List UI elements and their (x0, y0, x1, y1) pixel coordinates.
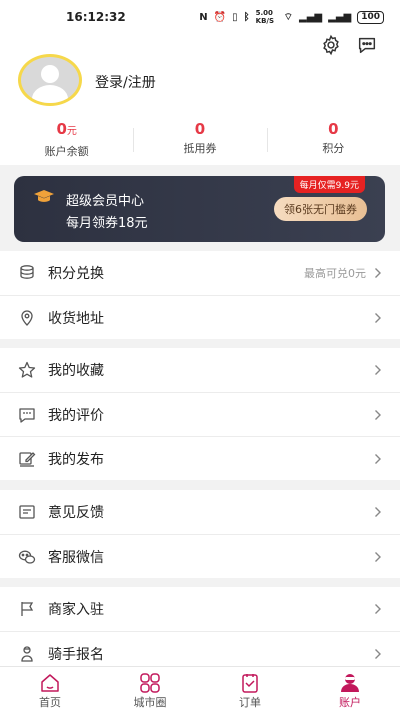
menu-item-label: 商家入驻 (48, 602, 104, 618)
chevron-right-icon (375, 648, 381, 659)
edit-icon (19, 451, 36, 467)
menu-item-address[interactable]: 收货地址 (0, 295, 400, 339)
chevron-right-icon (375, 409, 381, 420)
balance-value: 0 (56, 120, 67, 138)
bluetooth-icon: ᛒ (243, 11, 250, 23)
balance-unit: 元 (66, 126, 77, 137)
menu-item-label: 骑手报名 (48, 646, 104, 663)
comment-icon (19, 407, 35, 423)
menu-item-label: 客服微信 (48, 549, 104, 566)
tab-home[interactable]: 首页 (0, 667, 100, 711)
menu-group-1: 积分兑换 最高可兑0元 收货地址 (0, 251, 400, 339)
star-icon (18, 361, 36, 378)
chevron-right-icon (375, 312, 381, 323)
account-header: 登录/注册 0元 账户余额 0 抵用券 0 积分 (0, 34, 400, 165)
vip-subtitle: 每月领券18元 (66, 216, 148, 231)
grid-icon (140, 673, 160, 693)
feedback-icon (19, 505, 35, 519)
menu-item-label: 我的发布 (48, 451, 104, 468)
signal-icon: ▂▄▆ (299, 11, 323, 23)
flag-icon (21, 602, 34, 616)
signal-icon-2: ▂▄▆ (328, 11, 352, 23)
stat-points[interactable]: 0 积分 (266, 120, 400, 159)
stat-balance[interactable]: 0元 账户余额 (0, 120, 133, 159)
vip-card[interactable]: 超级会员中心 每月领券18元 每月仅需9.9元 领6张无门槛券 (14, 176, 385, 242)
location-icon (21, 309, 33, 326)
avatar[interactable] (18, 54, 82, 106)
menu-item-wechat-service[interactable]: 客服微信 (0, 534, 400, 578)
status-time: 16:12:32 (66, 10, 126, 24)
balance-label: 账户余额 (44, 145, 89, 158)
rider-icon (21, 645, 33, 662)
menu-item-feedback[interactable]: 意见反馈 (0, 490, 400, 534)
chevron-right-icon (375, 604, 381, 614)
menu-item-label: 意见反馈 (48, 505, 104, 521)
tab-city-circle[interactable]: 城市圈 (100, 667, 200, 711)
wechat-icon (18, 550, 36, 564)
vibrate-icon: ▯ (232, 11, 238, 23)
status-bar: 16:12:32 N ⏰ ▯ ᛒ 5.00 KB/S ⌔ ▂▄▆ ▂▄▆ 100 (0, 0, 400, 34)
menu-item-label: 积分兑换 (48, 266, 104, 282)
menu-item-label: 收货地址 (48, 310, 104, 327)
tab-orders[interactable]: 订单 (200, 667, 300, 711)
menu-item-favorites[interactable]: 我的收藏 (0, 348, 400, 392)
coupons-label: 抵用券 (183, 142, 217, 155)
status-icons: N ⏰ ▯ ᛒ 5.00 KB/S ⌔ ▂▄▆ ▂▄▆ 100 (199, 9, 384, 25)
menu-item-label: 我的收藏 (48, 363, 104, 379)
tab-label: 订单 (239, 696, 261, 709)
tab-label: 账户 (339, 696, 361, 709)
alarm-icon: ⏰ (213, 11, 227, 23)
stat-coupons[interactable]: 0 抵用券 (133, 120, 266, 159)
message-icon[interactable] (356, 34, 378, 56)
menu-item-reviews[interactable]: 我的评价 (0, 392, 400, 436)
vip-claim-button[interactable]: 领6张无门槛券 (274, 197, 367, 221)
account-icon (341, 674, 359, 692)
order-icon (242, 674, 258, 693)
chevron-right-icon (375, 551, 381, 562)
menu-group-4: 商家入驻 骑手报名 (0, 587, 400, 675)
points-label: 积分 (322, 142, 345, 155)
wifi-icon: ⌔ (283, 11, 294, 23)
menu-group-3: 意见反馈 客服微信 (0, 490, 400, 578)
menu-item-hint: 最高可兑0元 (304, 267, 366, 280)
chevron-right-icon (375, 365, 381, 375)
login-register-link[interactable]: 登录/注册 (95, 72, 156, 92)
tab-account[interactable]: 账户 (300, 667, 400, 711)
network-speed: 5.00 KB/S (255, 9, 274, 25)
coins-icon (20, 265, 34, 279)
tab-label: 首页 (39, 696, 61, 709)
graduation-cap-icon (34, 190, 54, 202)
chevron-right-icon (375, 453, 381, 464)
points-value: 0 (328, 120, 339, 138)
menu-item-points-exchange[interactable]: 积分兑换 最高可兑0元 (0, 251, 400, 295)
settings-icon[interactable] (320, 34, 342, 56)
chevron-right-icon (375, 268, 381, 278)
home-icon (41, 674, 59, 692)
battery-icon: 100 (357, 10, 384, 24)
menu-group-2: 我的收藏 我的评价 我的发布 (0, 348, 400, 480)
bottom-tab-bar: 首页 城市圈 订单 账户 (0, 666, 400, 711)
account-stats: 0元 账户余额 0 抵用券 0 积分 (0, 120, 400, 159)
menu-item-posts[interactable]: 我的发布 (0, 436, 400, 480)
chevron-right-icon (375, 507, 381, 517)
coupons-value: 0 (194, 120, 206, 138)
vip-price-badge: 每月仅需9.9元 (293, 176, 365, 193)
menu-item-merchant-join[interactable]: 商家入驻 (0, 587, 400, 631)
nfc-icon: N (199, 11, 208, 23)
tab-label: 城市圈 (133, 696, 167, 709)
menu-item-label: 我的评价 (48, 407, 104, 424)
vip-title: 超级会员中心 (66, 194, 145, 209)
